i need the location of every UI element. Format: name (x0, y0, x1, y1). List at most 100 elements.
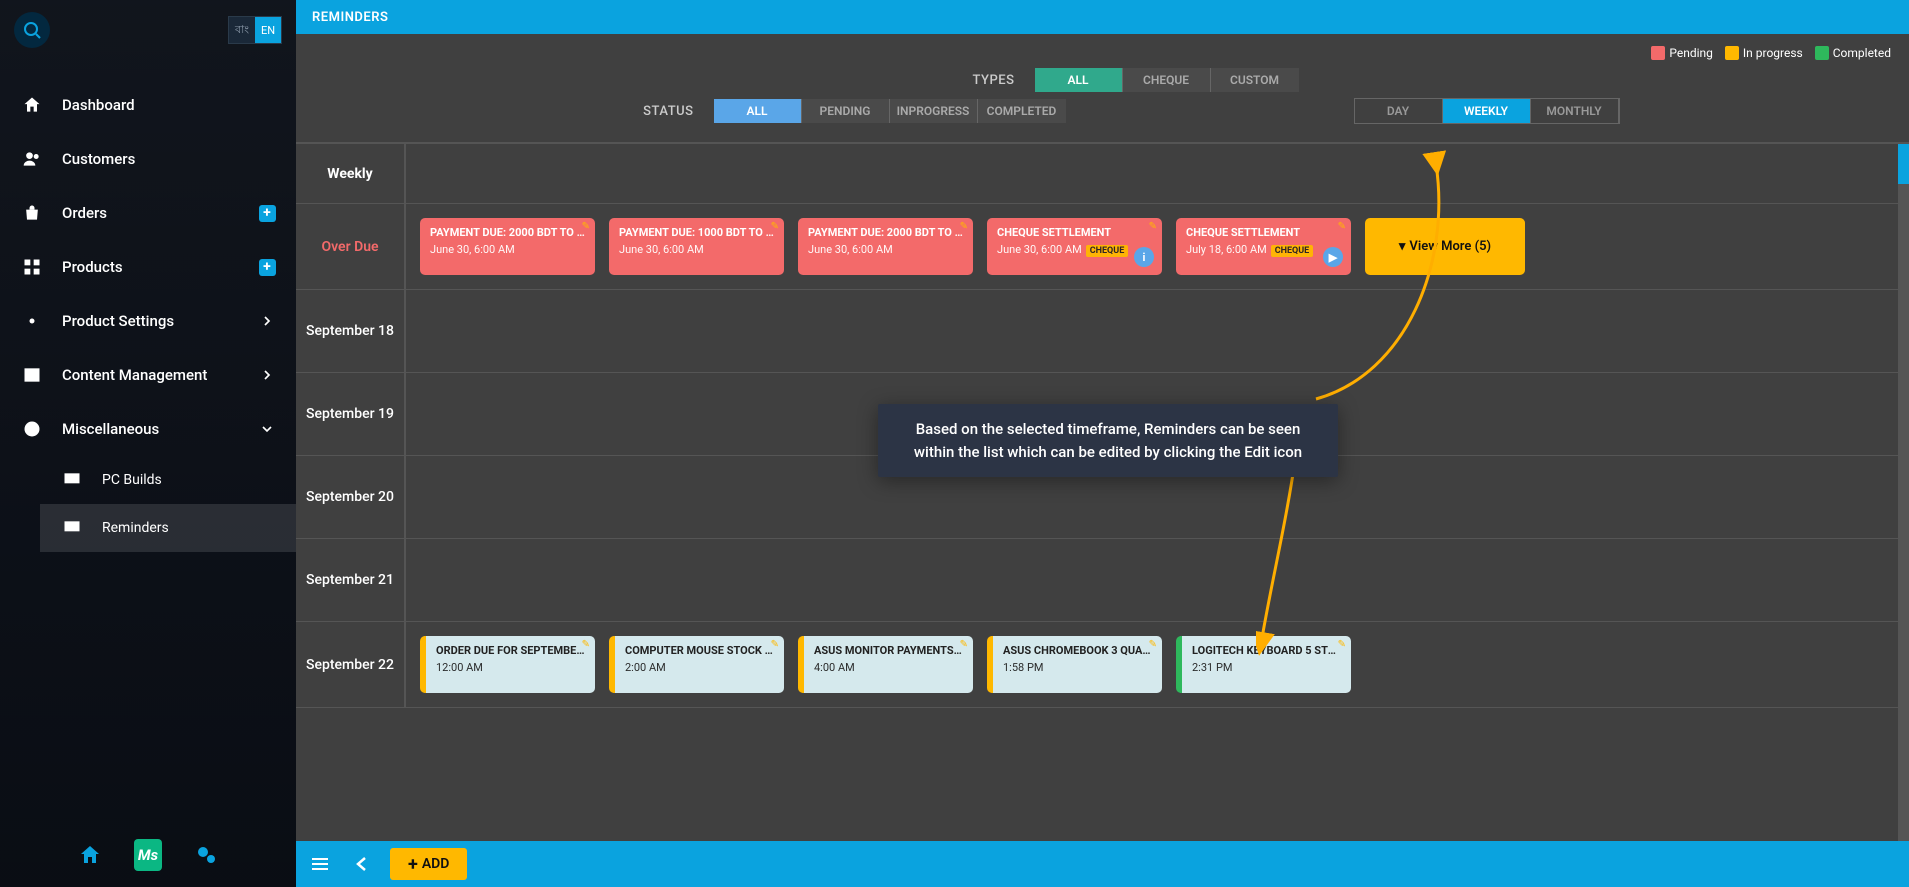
menu-button[interactable] (306, 850, 334, 878)
type-cheque-button[interactable]: CHEQUE (1123, 68, 1211, 92)
add-button[interactable]: +ADD (390, 848, 467, 880)
nav-products[interactable]: Products + (0, 240, 296, 294)
card-action-icon[interactable]: i (1134, 247, 1154, 267)
edit-icon[interactable]: ✎ (771, 639, 779, 650)
search-button[interactable] (14, 12, 50, 48)
view-weekly-button[interactable]: WEEKLY (1443, 99, 1531, 123)
sidebar: বাং EN Dashboard Customers Orders + Prod… (0, 0, 296, 887)
nav-orders[interactable]: Orders + (0, 186, 296, 240)
type-custom-button[interactable]: CUSTOM (1211, 68, 1299, 92)
gear-icon (20, 311, 44, 331)
page-title: REMINDERS (312, 10, 388, 25)
add-product-button[interactable]: + (258, 258, 276, 276)
ms-app-button[interactable]: Ms (134, 841, 162, 869)
home-footer-button[interactable] (76, 841, 104, 869)
status-segment: ALL PENDING INPROGRESS COMPLETED (714, 99, 1066, 123)
reminder-card[interactable]: ASUS MONITOR PAYMENTS 2 S...4:00 AM✎ (798, 636, 973, 693)
footer-bar: +ADD (296, 841, 1909, 887)
filters: TYPES ALL CHEQUE CUSTOM STATUS ALL PENDI… (296, 68, 1909, 142)
edit-icon[interactable]: ✎ (960, 221, 968, 232)
reminder-card[interactable]: PAYMENT DUE: 1000 BDT TO G...June 30, 6:… (609, 218, 784, 275)
home-icon (20, 95, 44, 115)
chevron-right-icon (258, 312, 276, 330)
card-title: ASUS MONITOR PAYMENTS 2 S... (814, 644, 963, 657)
card-title: CHEQUE SETTLEMENT (997, 226, 1152, 239)
type-all-button[interactable]: ALL (1035, 68, 1123, 92)
card-subtitle: June 30, 6:00 AMCHEQUE (997, 243, 1152, 257)
lang-bn-button[interactable]: বাং (229, 17, 255, 43)
reminder-card[interactable]: CHEQUE SETTLEMENT June 30, 6:00 AMCHEQUE ✎… (987, 218, 1162, 275)
main: REMINDERS Pending In progress Completed … (296, 0, 1909, 887)
nav-sub: PC Builds Reminders (0, 456, 296, 552)
view-segment: DAY WEEKLY MONTHLY (1354, 98, 1620, 124)
status-completed-button[interactable]: COMPLETED (978, 99, 1066, 123)
edit-icon[interactable]: ✎ (1338, 639, 1346, 650)
edit-icon[interactable]: ✎ (960, 639, 968, 650)
nav-label: Dashboard (62, 96, 135, 114)
nav-label: Products (62, 258, 123, 276)
scrollbar[interactable] (1898, 144, 1909, 841)
nav-content-management[interactable]: Content Management (0, 348, 296, 402)
sidebar-top: বাং EN (0, 0, 296, 60)
chevron-down-icon (258, 420, 276, 438)
grid-row: September 22 ORDER DUE FOR SEPTEMBER ... 1… (296, 622, 1909, 708)
edit-icon[interactable]: ✎ (582, 221, 590, 232)
edit-icon[interactable]: ✎ (1338, 221, 1346, 232)
card-title: ORDER DUE FOR SEPTEMBER ... (436, 644, 585, 657)
reminder-card[interactable]: COMPUTER MOUSE STOCK PA... 2:00 AM ✎ (609, 636, 784, 693)
search-icon (23, 21, 41, 39)
reminder-card[interactable]: PAYMENT DUE: 2000 BDT TO G...June 30, 6:… (798, 218, 973, 275)
reminder-card[interactable]: ASUS CHROMEBOOK 3 QUAN...1:58 PM✎ (987, 636, 1162, 693)
view-more-button[interactable]: ▾View More (5) (1365, 218, 1525, 275)
language-toggle: বাং EN (228, 16, 282, 44)
grid-row-content (406, 290, 1909, 372)
content: Pending In progress Completed TYPES ALL … (296, 34, 1909, 841)
view-monthly-button[interactable]: MONTHLY (1531, 99, 1619, 123)
grid-row-label: September 18 (296, 290, 406, 372)
grid-row: September 18 (296, 290, 1909, 373)
nav-customers[interactable]: Customers (0, 132, 296, 186)
edit-icon[interactable]: ✎ (1149, 221, 1157, 232)
reminder-card[interactable]: ORDER DUE FOR SEPTEMBER ... 12:00 AM ✎ (420, 636, 595, 693)
card-title: COMPUTER MOUSE STOCK PA... (625, 644, 774, 657)
card-subtitle: 12:00 AM (436, 661, 585, 674)
grid-row-label: September 22 (296, 622, 406, 707)
layout-icon (20, 365, 44, 385)
lang-en-button[interactable]: EN (255, 17, 281, 43)
grid-rows: Weekly Over DuePAYMENT DUE: 2000 BDT TO … (296, 144, 1909, 841)
filter-types-row: TYPES ALL CHEQUE CUSTOM (296, 68, 1909, 92)
add-order-button[interactable]: + (258, 204, 276, 222)
back-button[interactable] (348, 850, 376, 878)
grid-row: September 21 (296, 539, 1909, 622)
settings-footer-button[interactable] (192, 841, 220, 869)
grid-row-label: September 19 (296, 373, 406, 455)
status-pending-button[interactable]: PENDING (802, 99, 890, 123)
bag-icon (20, 203, 44, 223)
desktop-icon (60, 470, 84, 490)
types-label: TYPES (907, 73, 1027, 88)
view-day-button[interactable]: DAY (1355, 99, 1443, 123)
status-all-button[interactable]: ALL (714, 99, 802, 123)
nav-miscellaneous[interactable]: Miscellaneous (0, 402, 296, 456)
status-inprogress-button[interactable]: INPROGRESS (890, 99, 978, 123)
reminder-card[interactable]: PAYMENT DUE: 2000 BDT TO G...June 30, 6:… (420, 218, 595, 275)
grid: Weekly Over DuePAYMENT DUE: 2000 BDT TO … (296, 142, 1909, 841)
reminder-card[interactable]: CHEQUE SETTLEMENTJuly 18, 6:00 AMCHEQUE✎… (1176, 218, 1351, 275)
list-icon (60, 518, 84, 538)
card-subtitle: July 18, 6:00 AMCHEQUE (1186, 243, 1341, 257)
edit-icon[interactable]: ✎ (582, 639, 590, 650)
nav-product-settings[interactable]: Product Settings (0, 294, 296, 348)
nav-label: Content Management (62, 366, 207, 384)
legend-inprogress: In progress (1725, 46, 1803, 60)
nav-pc-builds[interactable]: PC Builds (40, 456, 296, 504)
reminder-card[interactable]: LOGITECH KEYBOARD 5 STOC...2:31 PM✎ (1176, 636, 1351, 693)
nav-dashboard[interactable]: Dashboard (0, 78, 296, 132)
card-action-icon[interactable]: ▶ (1323, 247, 1343, 267)
edit-icon[interactable]: ✎ (771, 221, 779, 232)
scrollbar-thumb[interactable] (1898, 144, 1909, 184)
card-subtitle: 2:00 AM (625, 661, 774, 674)
edit-icon[interactable]: ✎ (1149, 639, 1157, 650)
grid-header-row: Weekly (296, 144, 1909, 204)
grid-row-label: September 20 (296, 456, 406, 538)
nav-reminders[interactable]: Reminders (40, 504, 296, 552)
